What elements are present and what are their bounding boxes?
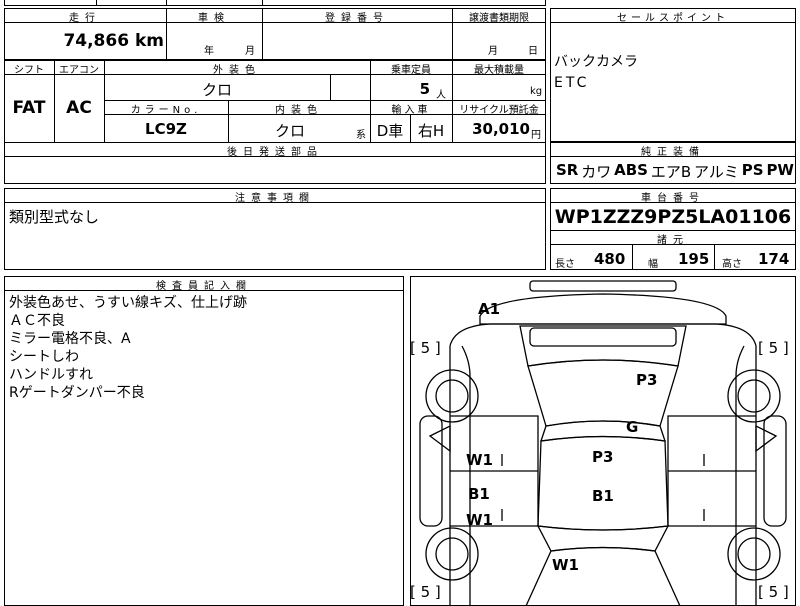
- interior-unit: 系: [356, 126, 366, 141]
- damage-mark-g: G: [626, 420, 638, 435]
- rear-window: [530, 328, 676, 346]
- exterior-label: 外装色: [104, 61, 370, 76]
- equipment-item: ABS: [614, 161, 648, 182]
- inspection-month-unit: 月: [245, 42, 255, 57]
- caution-label: 注意事項欄: [4, 189, 546, 204]
- width-label: 幅: [648, 255, 658, 270]
- shift-value: FAT: [4, 98, 54, 118]
- length-label: 長さ: [555, 255, 575, 270]
- capacity-value: 5: [370, 80, 430, 98]
- damage-mark-b1-roof: B1: [592, 489, 614, 504]
- damage-mark-b1-left: B1: [468, 487, 490, 502]
- import-label: 輸入車: [370, 101, 452, 116]
- equipment-item: SR: [556, 161, 578, 182]
- capacity-unit: 人: [436, 86, 446, 101]
- damage-mark-w1-left-rear: W1: [466, 453, 493, 468]
- inspector-label: 検査員記入欄: [4, 277, 404, 292]
- equipment-list: SR カワ ABS エアB アルミ PS PW: [556, 161, 794, 182]
- later-parts-label: 後日発送部品: [4, 143, 546, 158]
- caution-text: 類別型式なし: [9, 208, 99, 226]
- ac-label: エアコン: [54, 61, 104, 76]
- shift-label: シフト: [4, 61, 54, 76]
- colorno-label: カラーNo.: [104, 101, 228, 116]
- transfer-month-unit: 月: [488, 42, 498, 57]
- equipment-item: PW: [766, 161, 794, 182]
- mileage-label: 走行: [4, 9, 166, 24]
- damage-mark-w1-left-front: W1: [466, 513, 493, 528]
- tire-tread-front-left: [ 5 ]: [410, 585, 441, 600]
- transfer-day-unit: 日: [528, 42, 538, 57]
- height-label: 高さ: [722, 255, 742, 270]
- interior-label: 内装色: [228, 101, 370, 116]
- chassis-number: WP1ZZZ9PZ5LA01106: [550, 206, 796, 228]
- height-value: 174: [758, 250, 789, 268]
- inspector-note: ミラー電格不良、A: [9, 330, 131, 348]
- load-unit: kg: [530, 86, 542, 97]
- recycle-unit: 円: [531, 126, 541, 141]
- damage-mark-w1-hood: W1: [552, 558, 579, 573]
- mileage-value: 74,866 km: [20, 31, 164, 51]
- sales-point-item: ETC: [554, 74, 589, 92]
- equipment-item: エアB: [651, 161, 691, 182]
- exterior-value: クロ: [104, 79, 330, 100]
- tire-tread-rear-right: [ 5 ]: [758, 341, 789, 356]
- roof-panel: [528, 360, 678, 426]
- equipment-item: アルミ: [694, 161, 739, 182]
- equipment-label: 純正装備: [550, 143, 796, 158]
- inspector-note: 外装色あせ、うすい線キズ、仕上げ跡: [9, 294, 247, 312]
- tire-tread-rear-left: [ 5 ]: [410, 341, 441, 356]
- inspector-note: シートしわ: [9, 348, 79, 366]
- load-label: 最大積載量: [452, 61, 546, 76]
- equipment-item: カワ: [581, 161, 611, 182]
- chassis-label: 車台番号: [550, 189, 796, 204]
- damage-mark-p3-roof: P3: [592, 450, 613, 465]
- recycle-value: 30,010: [452, 120, 530, 138]
- inspection-label: 車検: [166, 9, 262, 24]
- damage-mark-a1: A1: [478, 302, 500, 317]
- rear-bumper: [480, 294, 726, 324]
- tire-tread-front-right: [ 5 ]: [758, 585, 789, 600]
- inspector-note: Rゲートダンパー不良: [9, 384, 145, 402]
- car-diagram: [410, 276, 796, 606]
- left-rocker: [420, 416, 442, 526]
- sales-point-item: バックカメラ: [554, 53, 638, 71]
- import-value-steering: 右H: [410, 120, 452, 141]
- inspector-note: ハンドルすれ: [9, 366, 93, 384]
- transfer-label: 譲渡書類期限: [452, 9, 546, 24]
- capacity-label: 乗車定員: [370, 61, 452, 76]
- right-rocker: [764, 416, 786, 526]
- mirror-left: [430, 426, 450, 451]
- hood: [526, 548, 680, 606]
- inspector-note: ＡＣ不良: [9, 312, 65, 330]
- rear-glass: [541, 421, 665, 441]
- rear-bumper-top: [530, 281, 676, 291]
- width-value: 195: [678, 250, 709, 268]
- damage-mark-p3-rear: P3: [636, 373, 657, 388]
- import-value-type: D車: [370, 120, 410, 141]
- dimensions-label: 諸元: [550, 231, 796, 246]
- interior-value: クロ: [228, 120, 352, 141]
- ac-value: AC: [54, 98, 104, 118]
- colorno-value: LC9Z: [104, 120, 228, 138]
- sales-points-label: セールスポイント: [550, 9, 796, 24]
- inspection-year-unit: 年: [204, 42, 214, 57]
- registration-label: 登録番号: [262, 9, 452, 24]
- length-value: 480: [594, 250, 625, 268]
- mirror-right: [756, 426, 776, 451]
- recycle-label: リサイクル預託金: [452, 101, 546, 116]
- equipment-item: PS: [742, 161, 764, 182]
- top-strip: [4, 0, 546, 6]
